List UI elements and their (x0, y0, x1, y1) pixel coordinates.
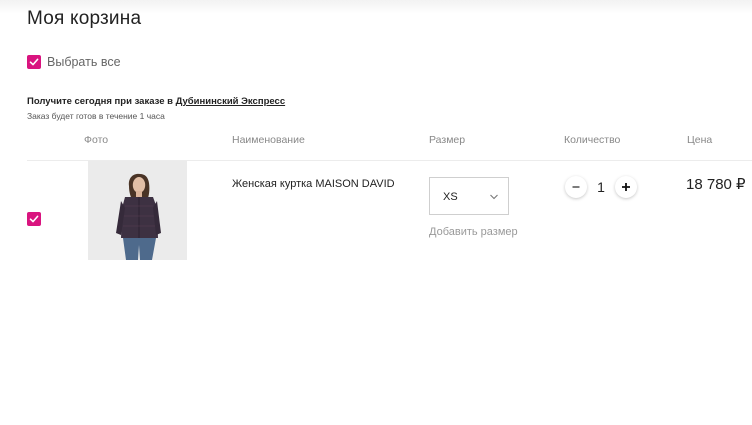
pickup-store-link[interactable]: Дубининский Экспресс (176, 96, 286, 107)
product-photo[interactable] (88, 161, 187, 260)
column-header-price: Цена (687, 134, 713, 146)
plus-icon (622, 183, 630, 191)
column-header-quantity: Количество (564, 134, 621, 146)
size-dropdown[interactable]: XS (429, 177, 509, 215)
size-value: XS (443, 191, 458, 203)
column-header-photo: Фото (84, 134, 109, 146)
ready-time-note: Заказ будет готов в течение 1 часа (27, 111, 165, 121)
page-title: Моя корзина (27, 8, 142, 29)
quantity-increase-button[interactable] (615, 176, 637, 198)
chevron-down-icon (490, 194, 498, 200)
checkmark-icon (29, 215, 39, 223)
minus-icon (572, 186, 580, 188)
select-all-checkbox[interactable] (27, 55, 41, 69)
item-price: 18 780 ₽ (686, 176, 746, 193)
pickup-prefix: Получите сегодня при заказе в (27, 96, 176, 107)
checkmark-icon (29, 58, 39, 66)
quantity-value: 1 (597, 179, 605, 195)
column-header-name: Наименование (232, 134, 305, 146)
product-image (88, 161, 187, 260)
product-name[interactable]: Женская куртка MAISON DAVID (232, 178, 395, 190)
column-header-size: Размер (429, 134, 466, 146)
select-all-label[interactable]: Выбрать все (47, 55, 121, 69)
add-size-link[interactable]: Добавить размер (429, 226, 518, 238)
pickup-info: Получите сегодня при заказе в Дубинински… (27, 96, 285, 107)
item-checkbox[interactable] (27, 212, 41, 226)
quantity-decrease-button[interactable] (565, 176, 587, 198)
